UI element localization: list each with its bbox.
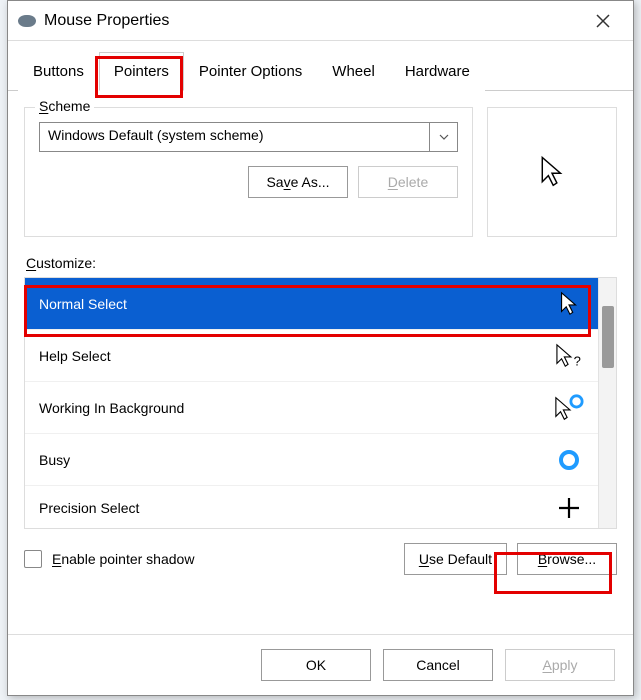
scrollbar-thumb[interactable] bbox=[602, 306, 614, 368]
cursor-arrow-ring-icon bbox=[554, 393, 584, 423]
tab-wheel[interactable]: Wheel bbox=[317, 52, 390, 91]
enable-shadow-checkbox[interactable] bbox=[24, 550, 42, 568]
close-icon bbox=[596, 14, 610, 28]
tab-pointers[interactable]: Pointers bbox=[99, 52, 184, 91]
title-bar: Mouse Properties bbox=[8, 1, 633, 41]
pointer-item-precision-select[interactable]: Precision Select bbox=[25, 486, 598, 528]
dialog-footer: OK Cancel Apply bbox=[8, 634, 633, 695]
pointer-item-normal-select[interactable]: Normal Select bbox=[25, 278, 598, 330]
close-button[interactable] bbox=[583, 1, 623, 41]
save-as-button[interactable]: Save As... bbox=[248, 166, 348, 198]
tab-pointer-options[interactable]: Pointer Options bbox=[184, 52, 317, 91]
delete-button: Delete bbox=[358, 166, 458, 198]
cancel-button[interactable]: Cancel bbox=[383, 649, 493, 681]
pointer-list: Normal Select Help Select ? bbox=[24, 277, 617, 529]
scheme-dropdown[interactable]: Windows Default (system scheme) bbox=[39, 122, 458, 152]
customize-label: Customize: bbox=[26, 255, 617, 271]
pointer-item-label: Precision Select bbox=[39, 500, 139, 516]
tab-buttons[interactable]: Buttons bbox=[18, 52, 99, 91]
pointer-preview bbox=[487, 107, 617, 237]
pointer-item-label: Working In Background bbox=[39, 400, 184, 416]
pointer-item-help-select[interactable]: Help Select ? bbox=[25, 330, 598, 382]
scrollbar[interactable] bbox=[598, 278, 616, 528]
pointer-item-label: Normal Select bbox=[39, 296, 127, 312]
enable-shadow-label[interactable]: Enable pointer shadow bbox=[52, 551, 194, 567]
scheme-selected-value: Windows Default (system scheme) bbox=[40, 123, 429, 151]
cursor-arrow-icon bbox=[554, 289, 584, 319]
apply-button: Apply bbox=[505, 649, 615, 681]
tab-strip: Buttons Pointers Pointer Options Wheel H… bbox=[8, 41, 633, 91]
scheme-group-label: Scheme bbox=[35, 98, 94, 114]
cursor-plus-icon bbox=[554, 493, 584, 523]
pointer-item-label: Busy bbox=[39, 452, 70, 468]
svg-text:?: ? bbox=[574, 353, 581, 368]
cursor-arrow-icon bbox=[539, 155, 565, 189]
pointer-item-working-background[interactable]: Working In Background bbox=[25, 382, 598, 434]
window-title: Mouse Properties bbox=[44, 12, 583, 30]
mouse-properties-dialog: Mouse Properties Buttons Pointers Pointe… bbox=[7, 0, 634, 696]
pointer-item-busy[interactable]: Busy bbox=[25, 434, 598, 486]
ok-button[interactable]: OK bbox=[261, 649, 371, 681]
cursor-arrow-help-icon: ? bbox=[554, 341, 584, 371]
scheme-group: Scheme Windows Default (system scheme) S… bbox=[24, 107, 473, 237]
cursor-ring-icon bbox=[554, 445, 584, 475]
pointer-item-label: Help Select bbox=[39, 348, 111, 364]
browse-button[interactable]: Browse... bbox=[517, 543, 617, 575]
chevron-down-icon bbox=[429, 123, 457, 151]
content-panel: Scheme Windows Default (system scheme) S… bbox=[8, 91, 633, 634]
mouse-icon bbox=[18, 15, 36, 27]
use-default-button[interactable]: Use Default bbox=[404, 543, 507, 575]
tab-hardware[interactable]: Hardware bbox=[390, 52, 485, 91]
